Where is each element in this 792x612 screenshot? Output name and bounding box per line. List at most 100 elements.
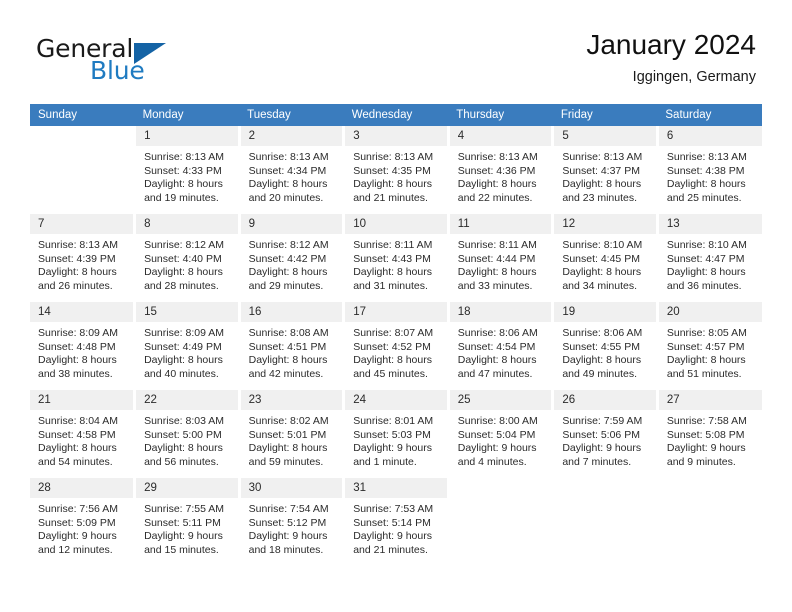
daylight-text-line1: Daylight: 9 hours — [353, 442, 432, 455]
daylight-text-line1: Daylight: 8 hours — [666, 178, 746, 191]
weekday-header-thursday: Thursday — [448, 104, 553, 126]
daylight-text-line1: Daylight: 8 hours — [353, 266, 432, 279]
calendar-day-cell[interactable]: 13 Sunrise: 8:10 AM Sunset: 4:47 PM Dayligh… — [657, 214, 762, 299]
daylight-text-line1: Daylight: 9 hours — [248, 530, 328, 543]
day-details: Sunrise: 8:13 AM Sunset: 4:39 PM Daylight:… — [30, 234, 133, 293]
daylight-text-line1: Daylight: 8 hours — [144, 442, 223, 455]
calendar-day-cell[interactable]: 8 Sunrise: 8:12 AM Sunset: 4:40 PM Daylight… — [134, 214, 241, 299]
calendar-day-cell[interactable]: 10 Sunrise: 8:11 AM Sunset: 4:43 PM Dayligh… — [343, 214, 450, 299]
calendar-day-cell[interactable]: 2 Sunrise: 8:13 AM Sunset: 4:34 PM Daylight… — [239, 126, 346, 211]
calendar-day-cell[interactable]: 1 Sunrise: 8:13 AM Sunset: 4:33 PM Daylight… — [134, 126, 241, 211]
sunrise-text: Sunrise: 8:13 AM — [248, 151, 329, 163]
calendar-day-cell[interactable]: 20 Sunrise: 8:05 AM Sunset: 4:57 PM Dayligh… — [657, 302, 762, 387]
calendar-day-cell[interactable]: 16 Sunrise: 8:08 AM Sunset: 4:51 PM Dayligh… — [239, 302, 346, 387]
day-details: Sunrise: 8:13 AM Sunset: 4:33 PM Daylight:… — [136, 146, 238, 205]
sunset-text: Sunset: 5:06 PM — [562, 428, 640, 441]
weekday-header-tuesday: Tuesday — [239, 104, 344, 126]
sunrise-text: Sunrise: 8:13 AM — [38, 239, 118, 251]
sunrise-text: Sunrise: 8:05 AM — [666, 327, 747, 339]
day-number: 16 — [240, 302, 343, 322]
calendar-day-cell[interactable]: 30 Sunrise: 7:54 AM Sunset: 5:12 PM Dayligh… — [239, 478, 346, 563]
calendar-day-cell[interactable]: 5 Sunrise: 8:13 AM Sunset: 4:37 PM Daylight… — [552, 126, 659, 211]
day-details: Sunrise: 8:07 AM Sunset: 4:52 PM Daylight:… — [345, 322, 447, 381]
calendar-day-cell[interactable]: 29 Sunrise: 7:55 AM Sunset: 5:11 PM Dayligh… — [134, 478, 241, 563]
sunrise-text: Sunrise: 7:53 AM — [353, 503, 434, 515]
calendar-day-cell[interactable]: 3 Sunrise: 8:13 AM Sunset: 4:35 PM Daylight… — [343, 126, 450, 211]
daylight-text-line2: and 25 minutes. — [666, 191, 742, 204]
sunset-text: Sunset: 4:44 PM — [457, 252, 536, 265]
daylight-text-line2: and 38 minutes. — [38, 367, 113, 380]
daylight-text-line2: and 42 minutes. — [248, 367, 324, 380]
day-number: 6 — [658, 126, 762, 146]
daylight-text-line2: and 33 minutes. — [457, 279, 533, 292]
day-details: Sunrise: 7:55 AM Sunset: 5:11 PM Daylight:… — [136, 498, 238, 557]
calendar-day-cell[interactable]: 28 Sunrise: 7:56 AM Sunset: 5:09 PM Dayligh… — [30, 478, 137, 563]
sunset-text: Sunset: 4:34 PM — [248, 164, 327, 177]
sunset-text: Sunset: 4:48 PM — [38, 340, 116, 353]
calendar-day-cell[interactable]: 6 Sunrise: 8:13 AM Sunset: 4:38 PM Daylight… — [657, 126, 762, 211]
calendar-week-row: 28 Sunrise: 7:56 AM Sunset: 5:09 PM Dayligh… — [30, 478, 762, 563]
daylight-text-line1: Daylight: 9 hours — [38, 530, 117, 543]
calendar-table: Sunday Monday Tuesday Wednesday Thursday Frid… — [30, 104, 762, 563]
brand-logo[interactable]: General Blue — [36, 36, 256, 92]
calendar-day-cell[interactable]: 14 Sunrise: 8:09 AM Sunset: 4:48 PM Dayligh… — [30, 302, 137, 387]
daylight-text-line1: Daylight: 9 hours — [666, 442, 746, 455]
calendar-day-cell[interactable]: 27 Sunrise: 7:58 AM Sunset: 5:08 PM Dayligh… — [657, 390, 762, 475]
sunset-text: Sunset: 4:51 PM — [248, 340, 327, 353]
calendar-day-cell[interactable]: 11 Sunrise: 8:11 AM Sunset: 4:44 PM Dayligh… — [448, 214, 555, 299]
calendar-day-cell[interactable]: 17 Sunrise: 8:07 AM Sunset: 4:52 PM Dayligh… — [343, 302, 450, 387]
sunrise-text: Sunrise: 7:55 AM — [144, 503, 225, 515]
day-number: 27 — [658, 390, 762, 410]
daylight-text-line2: and 26 minutes. — [38, 279, 113, 292]
sunrise-text: Sunrise: 8:00 AM — [457, 415, 538, 427]
calendar-day-cell[interactable]: 12 Sunrise: 8:10 AM Sunset: 4:45 PM Dayligh… — [552, 214, 659, 299]
calendar-day-cell[interactable]: 18 Sunrise: 8:06 AM Sunset: 4:54 PM Dayligh… — [448, 302, 555, 387]
calendar-day-cell[interactable]: 4 Sunrise: 8:13 AM Sunset: 4:36 PM Daylight… — [448, 126, 555, 211]
daylight-text-line1: Daylight: 8 hours — [666, 266, 746, 279]
calendar-day-cell[interactable]: 26 Sunrise: 7:59 AM Sunset: 5:06 PM Dayligh… — [552, 390, 659, 475]
sunset-text: Sunset: 5:11 PM — [144, 516, 221, 529]
daylight-text-line2: and 23 minutes. — [562, 191, 638, 204]
sunrise-text: Sunrise: 8:10 AM — [666, 239, 747, 251]
day-number: 3 — [345, 126, 447, 146]
day-number — [449, 478, 552, 498]
daylight-text-line2: and 34 minutes. — [562, 279, 638, 292]
daylight-text-line2: and 18 minutes. — [248, 543, 324, 556]
day-number: 28 — [30, 478, 134, 498]
sunrise-text: Sunrise: 8:01 AM — [353, 415, 434, 427]
calendar-cell-empty — [657, 478, 762, 563]
daylight-text-line2: and 31 minutes. — [353, 279, 428, 292]
daylight-text-line2: and 21 minutes. — [353, 191, 428, 204]
day-details: Sunrise: 8:10 AM Sunset: 4:47 PM Daylight:… — [659, 234, 762, 293]
calendar-day-cell[interactable]: 25 Sunrise: 8:00 AM Sunset: 5:04 PM Dayligh… — [448, 390, 555, 475]
day-number: 30 — [240, 478, 343, 498]
daylight-text-line1: Daylight: 9 hours — [353, 530, 432, 543]
sunrise-text: Sunrise: 8:10 AM — [562, 239, 643, 251]
calendar-day-cell[interactable]: 21 Sunrise: 8:04 AM Sunset: 4:58 PM Dayligh… — [30, 390, 137, 475]
daylight-text-line1: Daylight: 8 hours — [248, 442, 328, 455]
day-number: 21 — [30, 390, 134, 410]
day-details: Sunrise: 8:06 AM Sunset: 4:54 PM Daylight:… — [450, 322, 552, 381]
day-number: 17 — [345, 302, 447, 322]
day-details: Sunrise: 8:06 AM Sunset: 4:55 PM Daylight:… — [554, 322, 656, 381]
sunset-text: Sunset: 4:39 PM — [38, 252, 116, 265]
calendar-day-cell[interactable]: 15 Sunrise: 8:09 AM Sunset: 4:49 PM Dayligh… — [134, 302, 241, 387]
calendar-day-cell[interactable]: 22 Sunrise: 8:03 AM Sunset: 5:00 PM Dayligh… — [134, 390, 241, 475]
sunrise-text: Sunrise: 8:11 AM — [353, 239, 433, 251]
page-header: General Blue January 2024 Iggingen, Germ… — [0, 0, 792, 104]
sunrise-text: Sunrise: 8:04 AM — [38, 415, 118, 427]
daylight-text-line2: and 51 minutes. — [666, 367, 742, 380]
calendar-day-cell[interactable]: 23 Sunrise: 8:02 AM Sunset: 5:01 PM Dayligh… — [239, 390, 346, 475]
sunrise-text: Sunrise: 8:03 AM — [144, 415, 225, 427]
daylight-text-line1: Daylight: 8 hours — [562, 354, 642, 367]
sunset-text: Sunset: 4:33 PM — [144, 164, 222, 177]
sunrise-text: Sunrise: 7:59 AM — [562, 415, 643, 427]
calendar-day-cell[interactable]: 9 Sunrise: 8:12 AM Sunset: 4:42 PM Daylight… — [239, 214, 346, 299]
calendar-day-cell[interactable]: 24 Sunrise: 8:01 AM Sunset: 5:03 PM Dayligh… — [343, 390, 450, 475]
calendar-day-cell[interactable]: 7 Sunrise: 8:13 AM Sunset: 4:39 PM Daylight… — [30, 214, 137, 299]
day-details: Sunrise: 8:11 AM Sunset: 4:44 PM Daylight:… — [450, 234, 552, 293]
calendar-day-cell[interactable]: 19 Sunrise: 8:06 AM Sunset: 4:55 PM Dayligh… — [552, 302, 659, 387]
calendar-day-cell[interactable]: 31 Sunrise: 7:53 AM Sunset: 5:14 PM Dayligh… — [343, 478, 450, 563]
daylight-text-line1: Daylight: 9 hours — [457, 442, 537, 455]
day-details: Sunrise: 8:12 AM Sunset: 4:42 PM Daylight:… — [241, 234, 343, 293]
